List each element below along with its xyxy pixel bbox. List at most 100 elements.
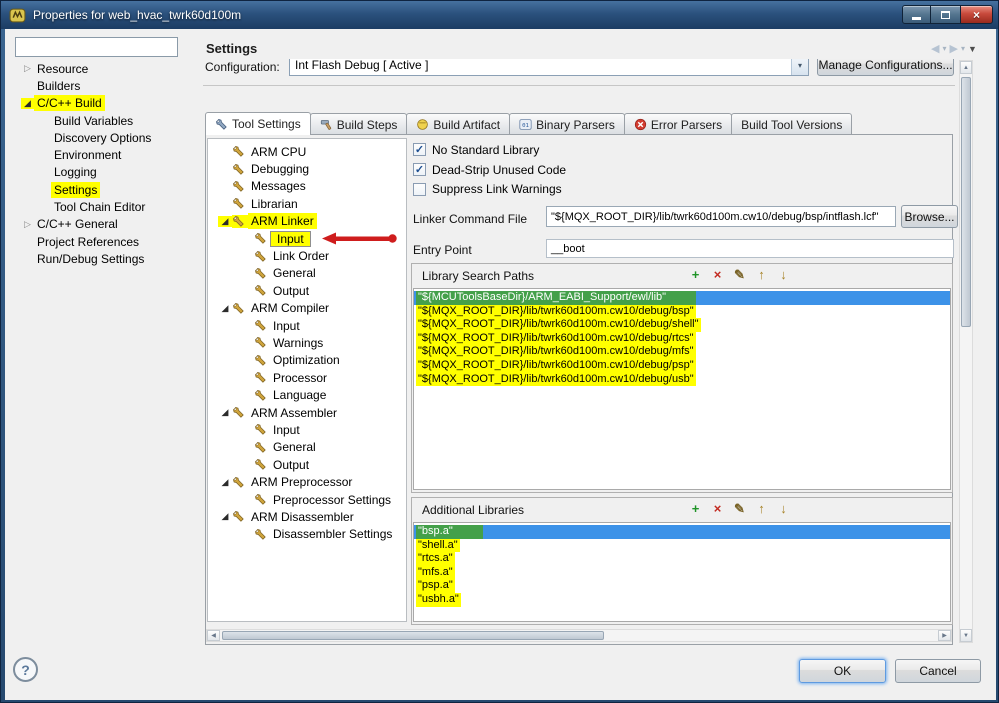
forward-dropdown-icon[interactable]: ▾: [961, 44, 965, 53]
move-down-icon[interactable]: ↓: [776, 501, 791, 517]
tool-tree-item-warnings[interactable]: Warnings: [208, 334, 406, 351]
checkbox-unchecked-icon[interactable]: [413, 182, 426, 196]
list-item[interactable]: "rtcs.a": [414, 552, 950, 566]
list-item[interactable]: "${MCUToolsBaseDir}/ARM_EABI_Support/ewl…: [414, 291, 950, 305]
filter-input[interactable]: [15, 37, 178, 57]
list-item[interactable]: "${MQX_ROOT_DIR}/lib/twrk60d100m.cw10/de…: [414, 331, 950, 346]
add-icon[interactable]: +: [688, 501, 703, 517]
sidebar-item-c-c-build[interactable]: ◢ C/C++ Build: [11, 95, 193, 112]
tree-expanded-arrow-icon[interactable]: ◢: [218, 477, 232, 488]
tool-tree-item-disassembler-settings[interactable]: Disassembler Settings: [208, 526, 406, 543]
tab-binary-parsers[interactable]: 01 Binary Parsers: [509, 113, 625, 135]
scroll-up-icon[interactable]: ▲: [960, 61, 972, 74]
horizontal-scrollbar-thumb[interactable]: [222, 631, 604, 640]
maximize-button[interactable]: [931, 5, 960, 24]
tool-tree-item-arm-compiler[interactable]: ◢ ARM Compiler: [208, 300, 406, 317]
tree-expanded-arrow-icon[interactable]: ◢: [218, 215, 232, 227]
tool-tree-item-output[interactable]: Output: [208, 282, 406, 299]
sidebar-item-environment[interactable]: Environment: [11, 146, 193, 163]
sidebar-item-settings[interactable]: Settings: [11, 181, 193, 198]
sidebar-item-discovery-options[interactable]: Discovery Options: [11, 129, 193, 146]
move-down-icon[interactable]: ↓: [776, 267, 791, 283]
configuration-select[interactable]: Int Flash Debug [ Active ] ▾: [289, 59, 809, 76]
checkbox-dead-strip-unused-code[interactable]: ✓ Dead-Strip Unused Code: [413, 160, 566, 180]
list-item[interactable]: "shell.a": [414, 538, 950, 553]
tab-build-artifact[interactable]: Build Artifact: [406, 113, 511, 135]
list-item[interactable]: "bsp.a": [414, 525, 950, 539]
checkbox-no-standard-library[interactable]: ✓ No Standard Library: [413, 140, 566, 160]
sidebar-item-project-references[interactable]: Project References: [11, 233, 193, 250]
tool-tree-item-language[interactable]: Language: [208, 386, 406, 403]
sidebar-item-tool-chain-editor[interactable]: Tool Chain Editor: [11, 198, 193, 215]
tree-collapsed-arrow-icon[interactable]: ▷: [21, 219, 34, 230]
add-icon[interactable]: +: [688, 267, 703, 283]
vertical-scrollbar[interactable]: ▲ ▼: [959, 60, 973, 643]
tool-tree-item-arm-preprocessor[interactable]: ◢ ARM Preprocessor: [208, 473, 406, 490]
vertical-scrollbar-thumb[interactable]: [961, 77, 971, 327]
list-item[interactable]: "usbh.a": [414, 592, 950, 607]
tool-tree-item-input[interactable]: Input: [208, 317, 406, 334]
sidebar-item-c-c-general[interactable]: ▷ C/C++ General: [11, 216, 193, 233]
tree-expanded-arrow-icon[interactable]: ◢: [218, 511, 232, 522]
checkbox-checked-icon[interactable]: ✓: [413, 163, 426, 177]
title-bar[interactable]: Properties for web_hvac_twrk60d100m ×: [1, 1, 998, 29]
move-up-icon[interactable]: ↑: [754, 267, 769, 283]
checkbox-suppress-link-warnings[interactable]: Suppress Link Warnings: [413, 179, 566, 199]
delete-icon[interactable]: ×: [710, 267, 725, 283]
tool-tree-item-processor[interactable]: Processor: [208, 369, 406, 386]
library-search-paths-list[interactable]: "${MCUToolsBaseDir}/ARM_EABI_Support/ewl…: [413, 288, 951, 490]
tool-tree-item-output[interactable]: Output: [208, 456, 406, 473]
tool-tree-item-link-order[interactable]: Link Order: [208, 247, 406, 264]
sidebar-item-resource[interactable]: ▷ Resource: [11, 60, 193, 77]
entry-point-input[interactable]: __boot: [546, 239, 954, 258]
list-item[interactable]: "${MQX_ROOT_DIR}/lib/twrk60d100m.cw10/de…: [414, 318, 950, 332]
tree-expanded-arrow-icon[interactable]: ◢: [218, 303, 232, 314]
tree-collapsed-arrow-icon[interactable]: ▷: [21, 63, 34, 74]
sidebar-item-build-variables[interactable]: Build Variables: [11, 112, 193, 129]
tab-error-parsers[interactable]: Error Parsers: [623, 113, 733, 135]
horizontal-scrollbar[interactable]: ◀ ▶: [206, 629, 952, 642]
edit-icon[interactable]: ✎: [732, 501, 747, 517]
tool-tree-item-input[interactable]: Input: [208, 230, 406, 247]
tool-tree-item-debugging[interactable]: Debugging: [208, 160, 406, 177]
cancel-button[interactable]: Cancel: [895, 659, 981, 683]
tab-tool-settings[interactable]: Tool Settings: [205, 112, 311, 135]
checkbox-checked-icon[interactable]: ✓: [413, 143, 426, 157]
back-dropdown-icon[interactable]: ▾: [942, 44, 946, 53]
tab-build-steps[interactable]: Build Steps: [309, 113, 408, 135]
scroll-right-icon[interactable]: ▶: [938, 630, 951, 641]
tree-expanded-arrow-icon[interactable]: ◢: [218, 407, 232, 418]
close-button[interactable]: ×: [960, 5, 993, 24]
list-item[interactable]: "mfs.a": [414, 565, 950, 580]
tool-tree-item-arm-assembler[interactable]: ◢ ARM Assembler: [208, 404, 406, 421]
tool-tree-item-arm-disassembler[interactable]: ◢ ARM Disassembler: [208, 508, 406, 525]
tool-tree-item-optimization[interactable]: Optimization: [208, 352, 406, 369]
tool-tree-item-arm-cpu[interactable]: ARM CPU: [208, 143, 406, 160]
forward-icon[interactable]: ▶: [949, 42, 957, 55]
manage-configurations-button[interactable]: Manage Configurations...: [817, 59, 954, 76]
list-item[interactable]: "${MQX_ROOT_DIR}/lib/twrk60d100m.cw10/de…: [414, 358, 950, 373]
list-item[interactable]: "psp.a": [414, 579, 950, 593]
scroll-down-icon[interactable]: ▼: [960, 629, 972, 642]
move-up-icon[interactable]: ↑: [754, 501, 769, 517]
tree-expanded-arrow-icon[interactable]: ◢: [21, 97, 34, 109]
ok-button[interactable]: OK: [799, 659, 886, 683]
back-icon[interactable]: ◀: [931, 42, 939, 55]
list-item[interactable]: "${MQX_ROOT_DIR}/lib/twrk60d100m.cw10/de…: [414, 345, 950, 359]
tool-tree-item-preprocessor-settings[interactable]: Preprocessor Settings: [208, 491, 406, 508]
tab-build-tool-versions[interactable]: Build Tool Versions: [731, 113, 853, 135]
tool-tree-item-arm-linker[interactable]: ◢ ARM Linker: [208, 213, 406, 230]
edit-icon[interactable]: ✎: [732, 267, 747, 283]
scroll-left-icon[interactable]: ◀: [207, 630, 220, 641]
tool-tree-item-librarian[interactable]: Librarian: [208, 195, 406, 212]
delete-icon[interactable]: ×: [710, 501, 725, 517]
list-item[interactable]: "${MQX_ROOT_DIR}/lib/twrk60d100m.cw10/de…: [414, 304, 950, 319]
tool-tree-item-general[interactable]: General: [208, 265, 406, 282]
tool-tree-item-general[interactable]: General: [208, 439, 406, 456]
sidebar-item-run-debug-settings[interactable]: Run/Debug Settings: [11, 250, 193, 267]
list-item[interactable]: "${MQX_ROOT_DIR}/lib/twrk60d100m.cw10/de…: [414, 372, 950, 387]
sidebar-item-logging[interactable]: Logging: [11, 164, 193, 181]
minimize-button[interactable]: [902, 5, 931, 24]
linker-command-file-input[interactable]: "${MQX_ROOT_DIR}/lib/twrk60d100m.cw10/de…: [546, 206, 896, 227]
browse-button[interactable]: Browse...: [901, 205, 958, 228]
